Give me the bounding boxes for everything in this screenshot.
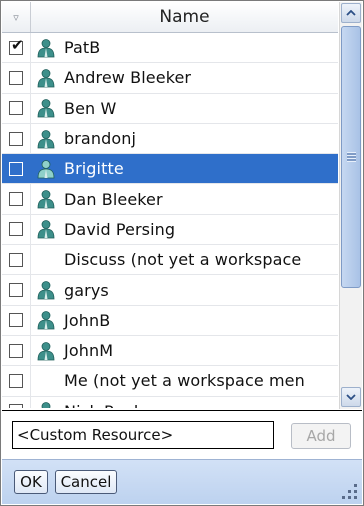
checkbox-cell xyxy=(2,184,31,214)
user-icon xyxy=(31,397,61,408)
list-item-label: JohnM xyxy=(64,341,114,361)
blank-icon xyxy=(31,366,61,395)
list-item[interactable]: brandonj xyxy=(2,123,338,155)
list-item[interactable]: Andrew Bleeker xyxy=(2,63,338,94)
item-checkbox[interactable] xyxy=(9,161,23,176)
item-checkbox[interactable] xyxy=(9,373,23,388)
list-item-label: Brigitte xyxy=(64,159,124,179)
user-icon xyxy=(31,63,61,92)
user-icon xyxy=(31,336,61,365)
item-checkbox[interactable] xyxy=(9,222,23,237)
list-item-label: Nick Ryabov xyxy=(61,402,164,408)
name-column-header[interactable]: Name xyxy=(31,2,338,32)
user-icon xyxy=(31,33,61,62)
checkbox-cell xyxy=(2,396,31,408)
item-checkbox[interactable] xyxy=(9,283,23,298)
chevron-up-icon xyxy=(346,10,356,16)
scroll-grip-icon xyxy=(347,152,356,162)
list-item-label: Me (not yet a workspace men xyxy=(64,371,305,391)
blank-icon xyxy=(31,245,61,274)
user-icon xyxy=(31,184,61,213)
checkbox-cell xyxy=(2,335,31,366)
list-item[interactable]: Discuss (not yet a workspace xyxy=(2,245,338,276)
checkbox-cell xyxy=(2,93,31,123)
add-button[interactable]: Add xyxy=(291,423,351,449)
list-item-label: Discuss (not yet a workspace xyxy=(64,250,302,270)
list-item-label: garys xyxy=(64,280,109,300)
list-item[interactable]: garys xyxy=(2,275,338,306)
name-column-label: Name xyxy=(159,7,210,27)
item-checkbox[interactable] xyxy=(9,404,23,408)
checkbox-cell xyxy=(2,63,31,93)
filter-column-header[interactable]: ▿ xyxy=(2,2,31,32)
scroll-thumb[interactable] xyxy=(341,26,361,288)
list-item[interactable]: JohnM xyxy=(2,335,338,367)
list-item-label: JohnB xyxy=(64,310,111,330)
item-checkbox[interactable] xyxy=(9,343,23,358)
user-icon xyxy=(31,124,61,153)
item-checkbox[interactable] xyxy=(9,131,23,146)
item-checkbox[interactable]: ✔ xyxy=(9,35,24,55)
list-item-label: Ben W xyxy=(64,98,117,118)
filter-icon: ▿ xyxy=(13,10,19,24)
cancel-button[interactable]: Cancel xyxy=(55,470,117,494)
checkbox-cell xyxy=(2,123,31,154)
item-checkbox[interactable] xyxy=(9,313,23,328)
checkmark-icon: ✔ xyxy=(11,35,24,54)
custom-resource-bar: Add xyxy=(2,410,362,459)
resource-picker-dialog: ▿ Name ✔ PatB Andrew Bleeker Ben W brandonj B… xyxy=(0,0,364,506)
custom-resource-input[interactable] xyxy=(12,421,274,449)
list-item[interactable]: Dan Bleeker xyxy=(2,184,338,215)
checkbox-cell xyxy=(2,245,31,275)
user-icon xyxy=(31,275,61,304)
list-header: ▿ Name xyxy=(2,2,338,33)
list-item-label: brandonj xyxy=(64,129,137,149)
vertical-scrollbar[interactable] xyxy=(339,2,362,409)
item-checkbox[interactable] xyxy=(9,70,23,85)
scroll-up-button[interactable] xyxy=(341,3,361,23)
list-item[interactable]: JohnB xyxy=(2,305,338,336)
list-item[interactable]: Brigitte xyxy=(2,154,338,185)
list-item-label: Andrew Bleeker xyxy=(64,68,192,88)
resize-grip-icon[interactable] xyxy=(342,484,358,500)
checkbox-cell xyxy=(2,275,31,305)
ok-button[interactable]: OK xyxy=(14,470,48,494)
list-item-label: PatB xyxy=(64,38,101,58)
checkbox-cell: ✔ xyxy=(2,33,31,63)
list-item[interactable]: Ben W xyxy=(2,93,338,124)
resource-list: ✔ PatB Andrew Bleeker Ben W brandonj Brigitte… xyxy=(2,33,338,408)
checkbox-cell xyxy=(2,154,31,184)
chevron-down-icon xyxy=(346,394,356,400)
checkbox-cell xyxy=(2,366,31,396)
user-icon xyxy=(31,306,61,335)
list-item[interactable]: ✔ PatB xyxy=(2,33,338,64)
user-icon xyxy=(31,94,61,123)
footer-bar: OK Cancel xyxy=(2,459,362,504)
list-item[interactable]: Nick Ryabov xyxy=(2,396,338,408)
checkbox-cell xyxy=(2,214,31,245)
user-icon xyxy=(31,215,61,244)
list-item[interactable]: Me (not yet a workspace men xyxy=(2,366,338,397)
scroll-down-button[interactable] xyxy=(341,387,361,407)
checkbox-cell xyxy=(2,305,31,335)
list-item-label: David Persing xyxy=(64,219,176,239)
list-item[interactable]: David Persing xyxy=(2,214,338,246)
list-item-label: Dan Bleeker xyxy=(64,189,163,209)
user-icon xyxy=(31,154,61,183)
item-checkbox[interactable] xyxy=(9,101,23,116)
item-checkbox[interactable] xyxy=(9,192,23,207)
item-checkbox[interactable] xyxy=(9,252,23,267)
